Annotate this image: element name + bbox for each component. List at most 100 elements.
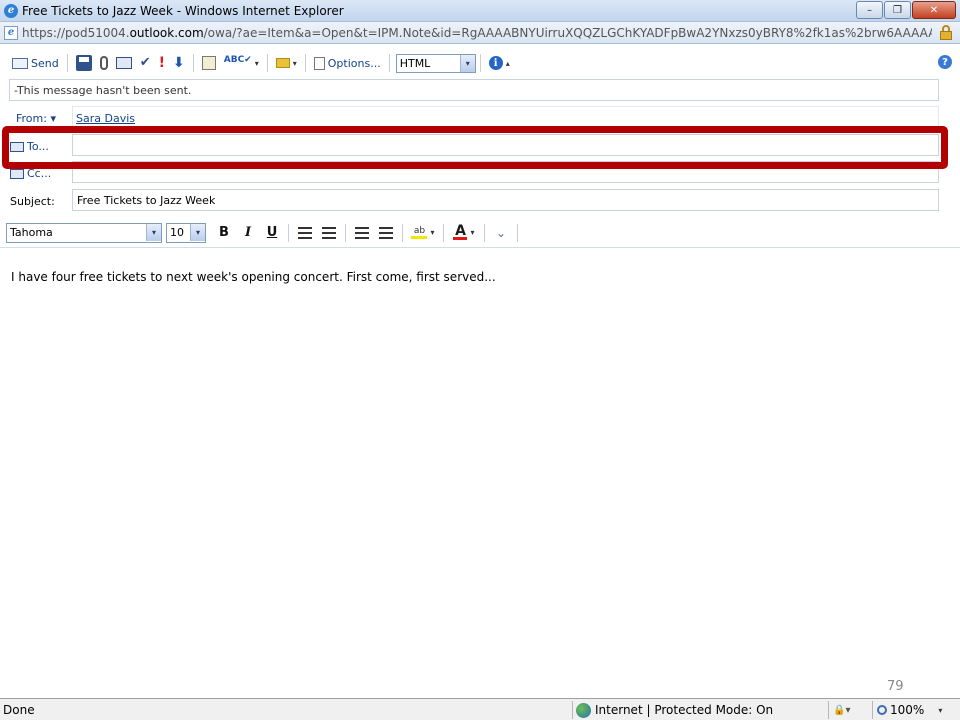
chevron-down-icon: ▾ xyxy=(470,228,475,237)
more-formatting-button[interactable]: ⌄ xyxy=(489,222,513,244)
toolbar-divider xyxy=(192,54,194,72)
address-book-button[interactable] xyxy=(112,52,136,74)
toolbar-divider xyxy=(304,54,306,72)
chevron-up-icon: ▴ xyxy=(505,58,510,68)
options-button[interactable]: Options... xyxy=(310,52,385,74)
font-size-value: 10 xyxy=(170,226,184,239)
font-family-select[interactable]: Tahoma ▾ xyxy=(6,222,162,243)
ie-logo-icon: e xyxy=(4,3,18,18)
toolbar-divider xyxy=(517,223,518,242)
toolbar-divider xyxy=(266,54,268,72)
spell-check-button[interactable]: ABC✔ ▾ xyxy=(220,52,263,74)
slide-page-number: 79 xyxy=(887,679,904,694)
chevron-down-icon[interactable]: ▾ xyxy=(938,706,942,715)
increase-indent-button[interactable] xyxy=(374,222,398,244)
globe-icon xyxy=(576,702,591,718)
status-text: Done xyxy=(3,703,35,717)
importance-high-icon: ! xyxy=(158,55,166,71)
font-color-button[interactable]: A ▾ xyxy=(448,222,480,244)
check-names-button[interactable]: ✔ xyxy=(136,52,155,74)
flag-button[interactable]: ▾ xyxy=(272,52,301,74)
high-importance-button[interactable]: ! xyxy=(155,52,169,74)
subject-input[interactable]: Free Tickets to Jazz Week xyxy=(72,189,939,211)
numbering-button[interactable] xyxy=(317,222,341,244)
toolbar-divider xyxy=(66,54,68,72)
indent-icon xyxy=(379,226,393,239)
check-names-icon: ✔ xyxy=(139,55,151,70)
url-prefix: https://pod51004. xyxy=(22,25,130,40)
bullets-button[interactable] xyxy=(293,222,317,244)
message-body[interactable]: I have four free tickets to next week's … xyxy=(11,270,496,284)
page-icon: e xyxy=(4,25,18,40)
url-host: outlook.com xyxy=(129,25,204,40)
from-field xyxy=(72,106,939,128)
signature-icon xyxy=(201,56,216,70)
address-book-icon xyxy=(115,57,132,69)
low-importance-button[interactable]: ⬇ xyxy=(169,52,189,74)
info-icon: i xyxy=(488,56,503,70)
help-icon[interactable]: ? xyxy=(938,55,952,69)
font-size-select[interactable]: 10 ▾ xyxy=(166,222,206,243)
bold-button[interactable]: B xyxy=(212,222,236,244)
address-url[interactable]: https://pod51004.outlook.com/owa/?ae=Ite… xyxy=(22,26,932,40)
address-book-icon xyxy=(10,169,24,179)
url-path: /owa/?ae=Item&a=Open&t=IPM.Note&id=RgAAA… xyxy=(203,25,932,40)
paperclip-icon xyxy=(99,56,108,70)
save-button[interactable] xyxy=(72,52,96,74)
window-title: Free Tickets to Jazz Week - Windows Inte… xyxy=(22,3,344,18)
security-zone[interactable]: Internet | Protected Mode: On xyxy=(572,701,773,719)
minimize-button[interactable]: – xyxy=(856,1,883,19)
bullet-list-icon xyxy=(298,226,312,239)
info-button[interactable]: i ▴ xyxy=(485,52,514,74)
italic-button[interactable]: I xyxy=(236,222,260,244)
send-icon xyxy=(12,57,28,69)
signature-button[interactable] xyxy=(198,52,220,74)
zoom-control[interactable]: 100% ▾ xyxy=(872,701,942,719)
flag-icon xyxy=(275,58,290,68)
spell-check-icon: ABC✔ xyxy=(223,55,252,65)
zoom-level: 100% xyxy=(890,703,925,717)
toolbar-divider xyxy=(443,223,444,242)
message-format-select[interactable]: HTML ▾ xyxy=(395,53,476,73)
toolbar-divider xyxy=(402,223,403,242)
importance-low-icon: ⬇ xyxy=(173,55,185,71)
subject-label: Subject: xyxy=(10,195,55,208)
close-button[interactable]: ✕ xyxy=(912,1,956,19)
chevron-down-icon[interactable]: ▾ xyxy=(190,224,205,241)
chevron-down-icon[interactable]: ▾ xyxy=(459,54,475,72)
zone-text: Internet | Protected Mode: On xyxy=(595,703,774,717)
from-label[interactable]: From: ▾ xyxy=(16,112,56,125)
underline-button[interactable]: U xyxy=(260,222,284,244)
formatting-toolbar: Tahoma ▾ 10 ▾ B I U ab ▾ A ▾ ⌄ xyxy=(0,218,960,248)
chevron-down-icon: ▾ xyxy=(430,228,435,237)
message-format-value: HTML xyxy=(399,56,431,70)
numbered-list-icon xyxy=(322,226,336,239)
options-label: Options... xyxy=(327,56,381,70)
toolbar-divider xyxy=(479,54,481,72)
send-label: Send xyxy=(31,56,59,70)
to-field-highlight-frame xyxy=(2,126,948,169)
chevron-down-icon: ▾ xyxy=(254,58,259,68)
toolbar-divider xyxy=(388,54,390,72)
chevron-down-icon[interactable]: ▾ xyxy=(146,224,161,241)
attach-button[interactable] xyxy=(96,52,112,74)
security-status-button[interactable]: 🔒▾ xyxy=(828,701,850,719)
send-button[interactable]: Send xyxy=(8,52,63,74)
highlight-button[interactable]: ab ▾ xyxy=(407,222,439,244)
address-bar[interactable]: e https://pod51004.outlook.com/owa/?ae=I… xyxy=(0,22,960,44)
outdent-icon xyxy=(355,226,369,239)
decrease-indent-button[interactable] xyxy=(350,222,374,244)
save-icon xyxy=(75,55,92,71)
compose-toolbar: Send ✔ ! ⬇ ABC✔ ▾ ▾ Options... HTML ▾ i … xyxy=(0,50,960,76)
lock-icon[interactable] xyxy=(940,25,952,40)
zoom-icon xyxy=(877,705,887,715)
toolbar-divider xyxy=(484,223,485,242)
highlighter-icon: ab xyxy=(411,226,428,239)
font-color-icon: A xyxy=(453,223,468,240)
from-sender-link[interactable]: Sara Davis xyxy=(76,112,135,125)
toolbar-divider xyxy=(288,223,289,242)
status-bar: Done Internet | Protected Mode: On 🔒▾ 10… xyxy=(0,698,960,720)
maximize-button[interactable]: ❐ xyxy=(884,1,911,19)
window-controls: – ❐ ✕ xyxy=(855,1,956,19)
toolbar-divider xyxy=(345,223,346,242)
